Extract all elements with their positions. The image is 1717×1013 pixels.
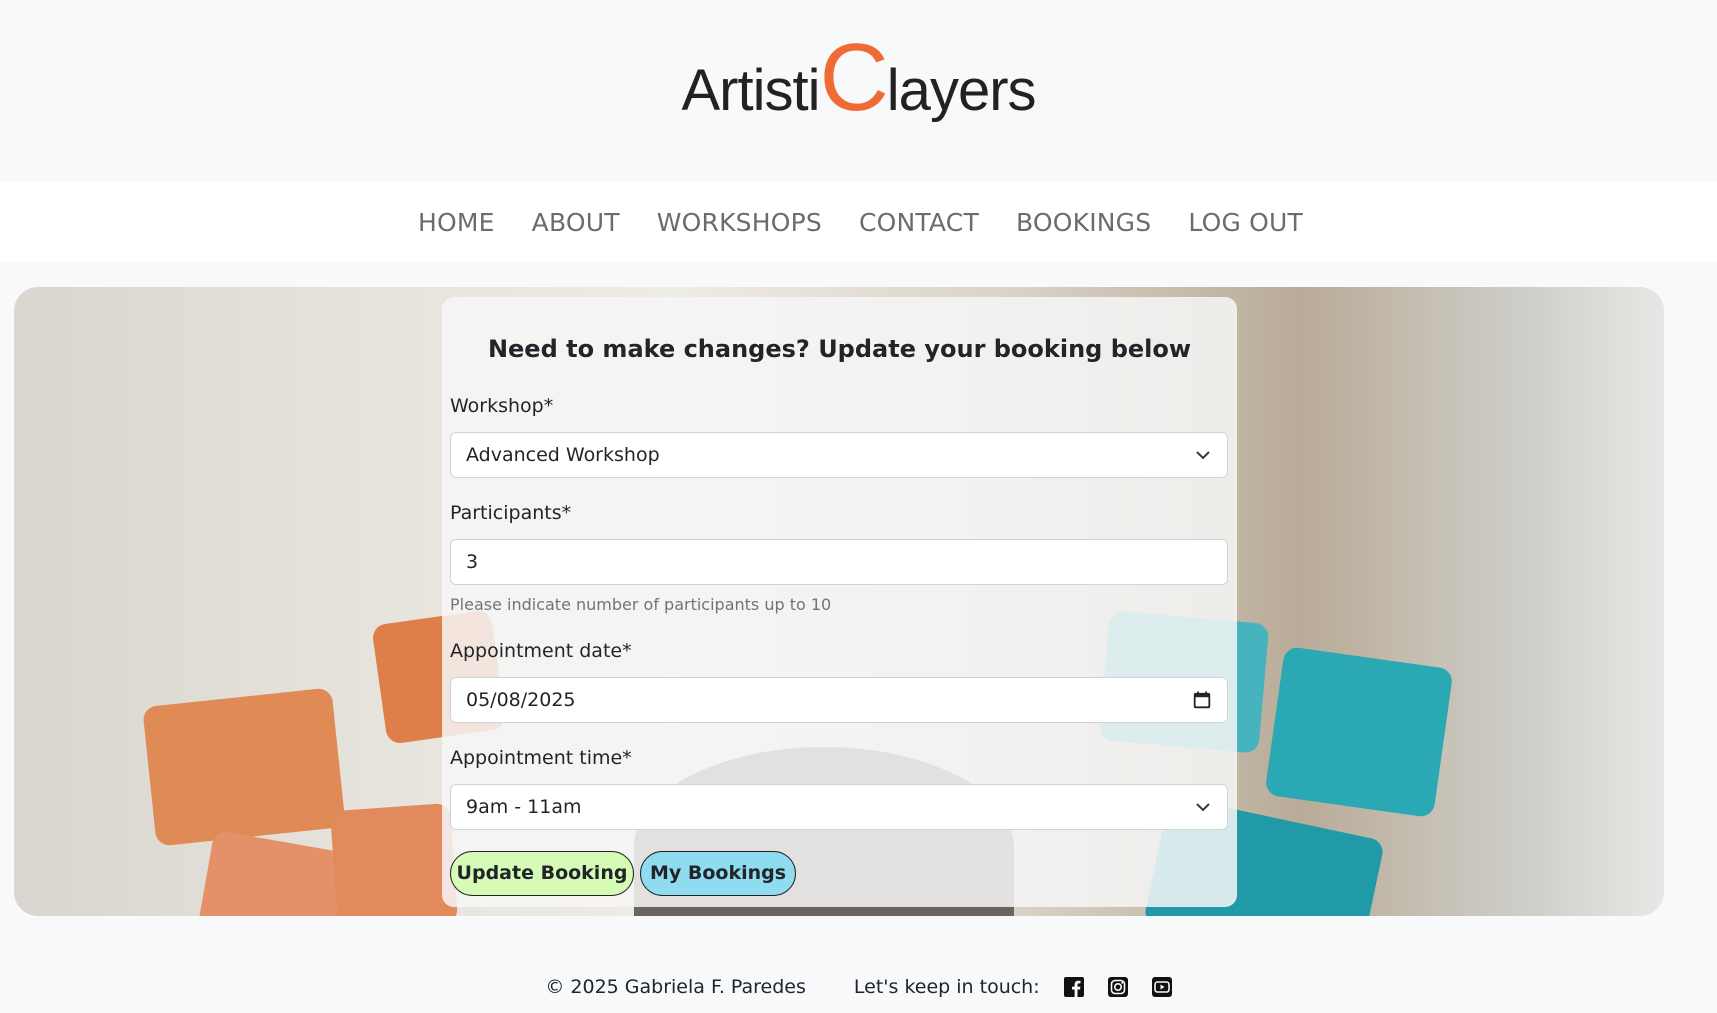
workshop-label: Workshop*	[450, 395, 554, 417]
site-footer: © 2025 Gabriela F. Paredes Let's keep in…	[0, 972, 1717, 1002]
workshop-select-value: Advanced Workshop	[466, 444, 660, 466]
participants-input[interactable]: 3	[450, 539, 1228, 585]
appointment-date-value: 05/08/2025	[466, 689, 576, 711]
nav-item-bookings[interactable]: BOOKINGS	[1012, 208, 1151, 237]
workshop-select[interactable]: Advanced Workshop	[450, 432, 1228, 478]
nav-item-logout[interactable]: LOG OUT	[1184, 208, 1303, 237]
nav-item-workshops[interactable]: WORKSHOPS	[653, 208, 822, 237]
copyright-text: © 2025 Gabriela F. Paredes	[545, 976, 806, 998]
calendar-icon[interactable]	[1193, 691, 1211, 709]
appointment-time-value: 9am - 11am	[466, 796, 582, 818]
youtube-icon[interactable]	[1151, 977, 1172, 997]
time-label: Appointment time*	[450, 747, 632, 769]
update-booking-button[interactable]: Update Booking	[450, 851, 634, 896]
nav-item-about[interactable]: ABOUT	[528, 208, 620, 237]
participants-help-text: Please indicate number of participants u…	[450, 595, 832, 614]
site-logo[interactable]: ArtistiClayers	[0, 30, 1717, 126]
form-title: Need to make changes? Update your bookin…	[487, 335, 1192, 363]
participants-label: Participants*	[450, 502, 572, 524]
update-booking-card: Need to make changes? Update your bookin…	[442, 297, 1237, 907]
keep-in-touch-text: Let's keep in touch:	[853, 976, 1040, 998]
orange-earring-shape	[329, 802, 459, 916]
date-label: Appointment date*	[450, 640, 632, 662]
logo-text-part2: layers	[886, 58, 1037, 123]
my-bookings-button[interactable]: My Bookings	[640, 851, 796, 896]
facebook-icon[interactable]	[1063, 977, 1084, 997]
main-nav: HOME ABOUT WORKSHOPS CONTACT BOOKINGS LO…	[0, 182, 1717, 262]
orange-earring-shape	[142, 687, 346, 847]
nav-item-home[interactable]: HOME	[414, 208, 495, 237]
logo-text-part1: Artisti	[681, 58, 820, 123]
logo-text-big-c: C	[819, 24, 888, 131]
appointment-time-select[interactable]: 9am - 11am	[450, 784, 1228, 830]
nav-item-contact[interactable]: CONTACT	[855, 208, 979, 237]
site-header: ArtistiClayers	[0, 0, 1717, 182]
instagram-icon[interactable]	[1107, 977, 1128, 997]
teal-earring-shape	[1264, 645, 1454, 819]
chevron-down-icon	[1196, 451, 1210, 460]
participants-input-value: 3	[466, 551, 479, 573]
chevron-down-icon	[1196, 803, 1210, 812]
appointment-date-input[interactable]: 05/08/2025	[450, 677, 1228, 723]
